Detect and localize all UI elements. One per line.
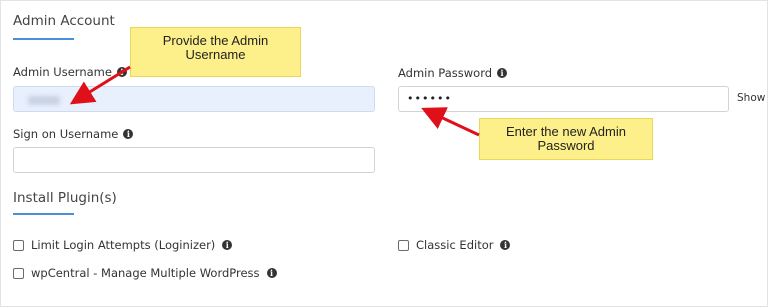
username-arrow — [69, 65, 131, 105]
password-arrow — [421, 107, 480, 137]
annotation-arrows — [69, 65, 480, 137]
